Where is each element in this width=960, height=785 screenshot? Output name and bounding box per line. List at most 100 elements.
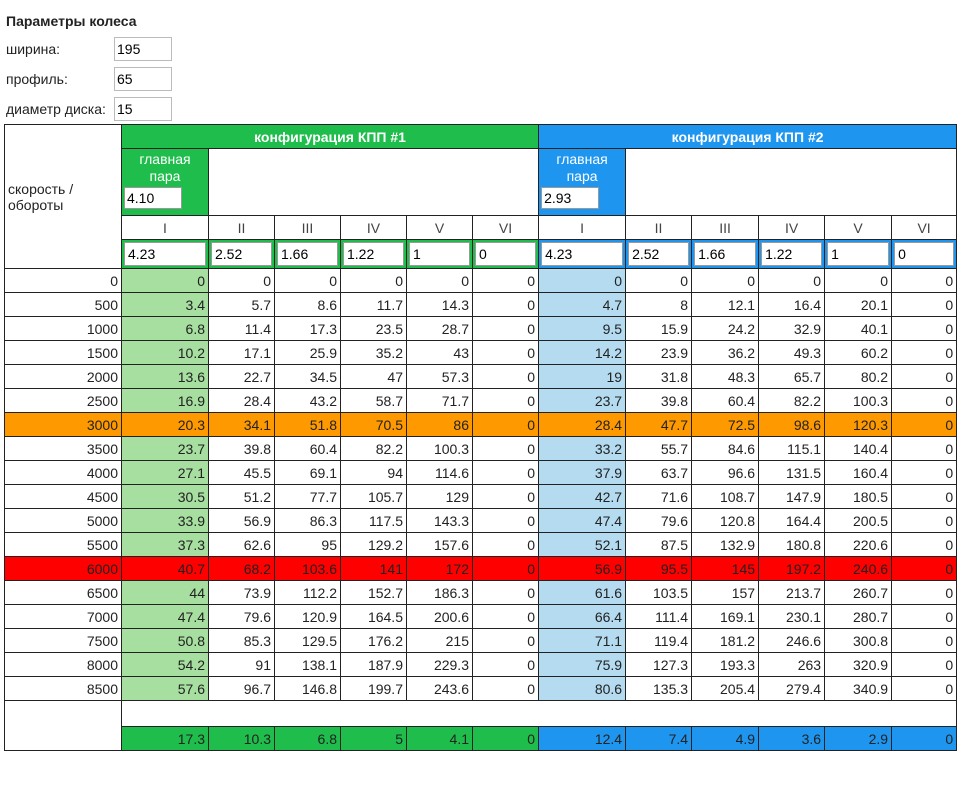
config2-speed-cell: 23.7 bbox=[538, 388, 627, 413]
config1-speed-cell: 6.8 bbox=[121, 316, 209, 341]
config1-gear-5-ratio-input[interactable] bbox=[409, 242, 470, 266]
config2-gear-6-ratio-input[interactable] bbox=[894, 242, 955, 266]
rpm-cell: 6000 bbox=[4, 556, 122, 581]
config2-main-pair-input[interactable] bbox=[541, 187, 600, 209]
config1-speed-cell: 43.2 bbox=[274, 388, 341, 413]
rpm-cell: 8500 bbox=[4, 676, 122, 701]
config1-main-pair-input[interactable] bbox=[124, 187, 182, 209]
config2-speed-cell: 230.1 bbox=[758, 604, 826, 629]
config2-spacer bbox=[625, 148, 958, 216]
width-input[interactable] bbox=[114, 37, 172, 61]
config1-gear-header-1: I bbox=[121, 215, 209, 240]
config1-speed-cell: 86.3 bbox=[274, 508, 341, 533]
config1-speed-cell: 176.2 bbox=[340, 628, 407, 653]
rpm-cell: 500 bbox=[4, 292, 122, 317]
config2-speed-cell: 180.8 bbox=[758, 532, 826, 557]
config1-speed-cell: 0 bbox=[471, 268, 540, 293]
table-row: 500 3.4 5.7 8.6 11.7 14.3 0 4.7 8 12.1 16.4 20.1 0 bbox=[4, 292, 958, 317]
config1-speed-cell: 95 bbox=[274, 532, 341, 557]
config2-gear-3-ratio-input[interactable] bbox=[694, 242, 757, 266]
config2-main-pair-label: главная пара bbox=[556, 151, 608, 184]
config1-speed-cell: 79.6 bbox=[208, 604, 275, 629]
config2-speed-cell: 160.4 bbox=[824, 460, 893, 485]
config1-speed-cell: 5.7 bbox=[208, 292, 275, 317]
config1-main-pair-cell: главная пара bbox=[121, 148, 209, 216]
config2-speed-cell: 39.8 bbox=[625, 388, 693, 413]
table-row: 6000 40.7 68.2 103.6 141 172 0 56.9 95.5 145 197.2… bbox=[4, 556, 958, 581]
config2-speed-cell: 0 bbox=[891, 508, 958, 533]
config2-speed-cell: 80.2 bbox=[824, 364, 893, 389]
table-row: 6500 44 73.9 112.2 152.7 186.3 0 61.6 103.5 157 21… bbox=[4, 580, 958, 605]
config1-speed-cell: 0 bbox=[471, 364, 540, 389]
config1-gear-1-ratio-input[interactable] bbox=[124, 242, 206, 266]
config1-speed-cell: 58.7 bbox=[340, 388, 407, 413]
config2-speed-cell: 61.6 bbox=[538, 580, 627, 605]
config1-speed-cell: 120.9 bbox=[274, 604, 341, 629]
config2-speed-cell: 135.3 bbox=[625, 676, 693, 701]
config2-speed-cell: 200.5 bbox=[824, 508, 893, 533]
config1-speed-cell: 8.6 bbox=[274, 292, 341, 317]
config1-speed-cell: 20.3 bbox=[121, 412, 209, 437]
config2-gear-4-ratio-input[interactable] bbox=[761, 242, 823, 266]
config1-speed-cell: 40.7 bbox=[121, 556, 209, 581]
config2-speed-cell: 31.8 bbox=[625, 364, 693, 389]
config2-speed-cell: 169.1 bbox=[691, 604, 760, 629]
footer-row: 17.3 10.3 6.8 5 4.1 0 12.4 7.4 4.9 3.6 2.9 0 bbox=[5, 726, 958, 751]
config1-speed-cell: 23.5 bbox=[340, 316, 407, 341]
config1-speed-cell: 0 bbox=[471, 388, 540, 413]
table-row: 5000 33.9 56.9 86.3 117.5 143.3 0 47.4 79.6 120.8… bbox=[4, 508, 958, 533]
config2-gear-header-6: VI bbox=[891, 215, 958, 240]
config1-speed-cell: 0 bbox=[471, 484, 540, 509]
config1-speed-cell: 30.5 bbox=[121, 484, 209, 509]
table-row: 0000000000000 bbox=[4, 268, 958, 293]
config1-speed-cell: 0 bbox=[471, 508, 540, 533]
config2-speed-cell: 98.6 bbox=[758, 412, 826, 437]
config2-speed-cell: 0 bbox=[891, 628, 958, 653]
diameter-input[interactable] bbox=[114, 97, 172, 121]
config2-speed-cell: 0 bbox=[625, 268, 693, 293]
config2-speed-cell: 60.4 bbox=[691, 388, 760, 413]
config2-gear-5-ratio-input[interactable] bbox=[827, 242, 890, 266]
config2-speed-cell: 71.1 bbox=[538, 628, 627, 653]
config1-speed-cell: 0 bbox=[471, 628, 540, 653]
config1-ratio-cell bbox=[121, 239, 209, 269]
config1-speed-cell: 129.5 bbox=[274, 628, 341, 653]
rpm-cell: 6500 bbox=[4, 580, 122, 605]
config1-gear-2-ratio-input[interactable] bbox=[211, 242, 272, 266]
config2-speed-cell: 4.7 bbox=[538, 292, 627, 317]
config1-speed-cell: 45.5 bbox=[208, 460, 275, 485]
config1-footer-cell: 5 bbox=[340, 726, 407, 751]
config2-ratio-cell bbox=[691, 239, 760, 269]
config1-footer-cell: 6.8 bbox=[274, 726, 341, 751]
config2-ratio-cell bbox=[538, 239, 627, 269]
config2-speed-cell: 20.1 bbox=[824, 292, 893, 317]
ratio-row bbox=[5, 239, 958, 269]
config1-speed-cell: 112.2 bbox=[274, 580, 341, 605]
config1-speed-cell: 60.4 bbox=[274, 436, 341, 461]
config2-speed-cell: 213.7 bbox=[758, 580, 826, 605]
config1-speed-cell: 200.6 bbox=[406, 604, 473, 629]
config1-ratio-cell bbox=[274, 239, 341, 269]
config2-footer-cell: 4.9 bbox=[691, 726, 760, 751]
config1-speed-cell: 34.5 bbox=[274, 364, 341, 389]
config2-gear-1-ratio-input[interactable] bbox=[541, 242, 624, 266]
config1-speed-cell: 199.7 bbox=[340, 676, 407, 701]
config2-speed-cell: 181.2 bbox=[691, 628, 760, 653]
profile-input[interactable] bbox=[114, 67, 172, 91]
config2-speed-cell: 75.9 bbox=[538, 652, 627, 677]
config1-speed-cell: 10.2 bbox=[121, 340, 209, 365]
config1-gear-3-ratio-input[interactable] bbox=[277, 242, 338, 266]
config1-speed-cell: 25.9 bbox=[274, 340, 341, 365]
config2-speed-cell: 48.3 bbox=[691, 364, 760, 389]
config2-gear-header-4: IV bbox=[758, 215, 826, 240]
config2-speed-cell: 0 bbox=[891, 316, 958, 341]
config1-speed-cell: 0 bbox=[471, 604, 540, 629]
config1-speed-cell: 114.6 bbox=[406, 460, 473, 485]
config1-speed-cell: 0 bbox=[471, 532, 540, 557]
config1-gear-4-ratio-input[interactable] bbox=[343, 242, 404, 266]
config1-gear-6-ratio-input[interactable] bbox=[475, 242, 537, 266]
config1-speed-cell: 27.1 bbox=[121, 460, 209, 485]
config2-gear-2-ratio-input[interactable] bbox=[628, 242, 690, 266]
config1-title: конфигурация КПП #1 bbox=[120, 124, 540, 149]
config1-speed-cell: 0 bbox=[274, 268, 341, 293]
